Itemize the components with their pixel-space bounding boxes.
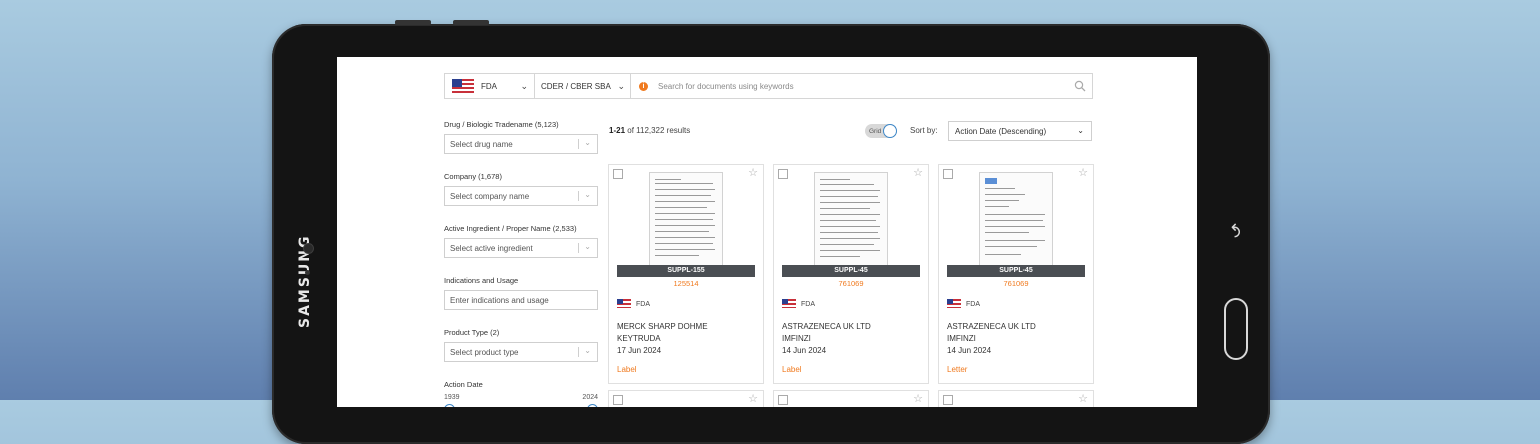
center-label: CDER / CBER SBA xyxy=(541,81,611,91)
document-type-link[interactable]: Letter xyxy=(947,365,967,374)
search-bar: FDA ⌄ CDER / CBER SBA ⌄ i Search for doc… xyxy=(444,73,1093,99)
company-name: MERCK SHARP DOHME xyxy=(617,322,708,331)
toggle-knob xyxy=(883,124,897,138)
sort-label: Sort by: xyxy=(910,126,938,135)
chevron-down-icon: ⌄ xyxy=(617,81,625,91)
chevron-down-icon: ⌄ xyxy=(584,242,591,251)
active-ingredient-placeholder: Select active ingredient xyxy=(450,243,533,253)
us-flag-icon xyxy=(452,78,474,94)
center-select[interactable]: CDER / CBER SBA ⌄ xyxy=(535,74,631,98)
chevron-down-icon: ⌄ xyxy=(1077,126,1084,135)
info-icon[interactable]: i xyxy=(639,81,648,91)
agency-label: FDA xyxy=(966,301,980,308)
grid-label: Grid xyxy=(869,127,882,135)
region-label: FDA xyxy=(481,81,497,91)
star-icon[interactable]: ☆ xyxy=(913,393,923,405)
filter-label: Active Ingredient / Proper Name (2,533) xyxy=(444,224,577,233)
filter-panel: Drug / Biologic Tradename (5,123) Select… xyxy=(444,120,598,407)
company-name: ASTRAZENECA UK LTD xyxy=(782,322,871,331)
star-icon[interactable]: ☆ xyxy=(1078,167,1088,179)
filter-label: Company (1,678) xyxy=(444,172,502,181)
action-date: 14 Jun 2024 xyxy=(947,346,992,355)
product-name: IMFINZI xyxy=(947,334,976,343)
chevron-down-icon: ⌄ xyxy=(584,138,591,147)
results-total: of 112,322 results xyxy=(625,126,691,135)
agency-label: FDA xyxy=(636,301,650,308)
sort-select[interactable]: Action Date (Descending) ⌄ xyxy=(948,121,1092,141)
document-card[interactable]: ☆ SUPPL-45 761069 FDA ASTRAZENECA UK LTD… xyxy=(938,164,1094,384)
grid-view-toggle[interactable]: Grid xyxy=(865,124,897,138)
us-flag-icon xyxy=(617,299,631,308)
document-card[interactable]: ☆ xyxy=(608,390,764,407)
filter-label: Product Type (2) xyxy=(444,328,500,337)
star-icon[interactable]: ☆ xyxy=(913,167,923,179)
select-checkbox[interactable] xyxy=(778,169,788,179)
results-range: 1-21 xyxy=(609,126,626,135)
select-checkbox[interactable] xyxy=(778,395,788,405)
company-name: ASTRAZENECA UK LTD xyxy=(947,322,1036,331)
document-card[interactable]: ☆ SUPPL-45 761069 FDA ASTRAZENECA UK LTD… xyxy=(773,164,929,384)
active-ingredient-select[interactable]: Select active ingredient ⌄ xyxy=(444,238,598,258)
document-thumbnail[interactable] xyxy=(814,172,888,266)
application-number[interactable]: 761069 xyxy=(774,279,928,288)
document-type-link[interactable]: Label xyxy=(782,365,802,374)
indications-input[interactable]: Enter indications and usage xyxy=(444,290,598,310)
power-button xyxy=(453,20,489,25)
select-checkbox[interactable] xyxy=(613,395,623,405)
slider-max-handle[interactable] xyxy=(587,404,598,407)
home-button[interactable] xyxy=(1224,298,1248,360)
star-icon[interactable]: ☆ xyxy=(748,167,758,179)
camera-icon xyxy=(303,243,314,254)
product-type-select[interactable]: Select product type ⌄ xyxy=(444,342,598,362)
action-date: 17 Jun 2024 xyxy=(617,346,662,355)
volume-button xyxy=(395,20,431,25)
document-thumbnail[interactable] xyxy=(649,172,723,266)
select-checkbox[interactable] xyxy=(943,395,953,405)
us-flag-icon xyxy=(782,299,796,308)
company-placeholder: Select company name xyxy=(450,191,530,201)
region-select[interactable]: FDA ⌄ xyxy=(445,74,535,98)
drug-name-select[interactable]: Select drug name ⌄ xyxy=(444,134,598,154)
document-type-link[interactable]: Label xyxy=(617,365,637,374)
star-icon[interactable]: ☆ xyxy=(748,393,758,405)
star-icon[interactable]: ☆ xyxy=(1078,393,1088,405)
company-select[interactable]: Select company name ⌄ xyxy=(444,186,598,206)
document-thumbnail[interactable] xyxy=(979,172,1053,266)
document-card[interactable]: ☆ xyxy=(773,390,929,407)
chevron-down-icon: ⌄ xyxy=(584,346,591,355)
document-card[interactable]: ☆ xyxy=(938,390,1094,407)
supplement-tag: SUPPL-155 xyxy=(617,265,755,277)
supplement-tag: SUPPL-45 xyxy=(782,265,920,277)
sensor xyxy=(305,270,310,275)
action-date-label: Action Date xyxy=(444,380,483,389)
slider-min-handle[interactable] xyxy=(444,404,455,407)
application-number[interactable]: 125514 xyxy=(609,279,763,288)
select-checkbox[interactable] xyxy=(943,169,953,179)
supplement-tag: SUPPL-45 xyxy=(947,265,1085,277)
back-icon[interactable]: ↶ xyxy=(1223,223,1244,238)
screen: FDA ⌄ CDER / CBER SBA ⌄ i Search for doc… xyxy=(337,57,1197,407)
indications-placeholder: Enter indications and usage xyxy=(450,295,549,305)
filter-label: Drug / Biologic Tradename (5,123) xyxy=(444,120,559,129)
sort-value: Action Date (Descending) xyxy=(955,126,1047,136)
application-number[interactable]: 761069 xyxy=(939,279,1093,288)
us-flag-icon xyxy=(947,299,961,308)
results-count: 1-21 of 112,322 results xyxy=(609,126,690,135)
document-card[interactable]: ☆ SUPPL-155 125514 FDA MERCK SHARP DOHME… xyxy=(608,164,764,384)
search-input[interactable]: Search for documents using keywords xyxy=(658,82,1074,91)
agency-label: FDA xyxy=(801,301,815,308)
action-date: 14 Jun 2024 xyxy=(782,346,827,355)
chevron-down-icon: ⌄ xyxy=(584,190,591,199)
select-checkbox[interactable] xyxy=(613,169,623,179)
filter-label: Indications and Usage xyxy=(444,276,519,285)
product-name: IMFINZI xyxy=(782,334,811,343)
chevron-down-icon: ⌄ xyxy=(520,81,528,91)
action-date-slider[interactable]: 1939 2024 xyxy=(444,394,598,407)
search-icon[interactable] xyxy=(1074,80,1086,92)
drug-name-placeholder: Select drug name xyxy=(450,139,513,149)
product-type-placeholder: Select product type xyxy=(450,347,519,357)
product-name: KEYTRUDA xyxy=(617,334,661,343)
